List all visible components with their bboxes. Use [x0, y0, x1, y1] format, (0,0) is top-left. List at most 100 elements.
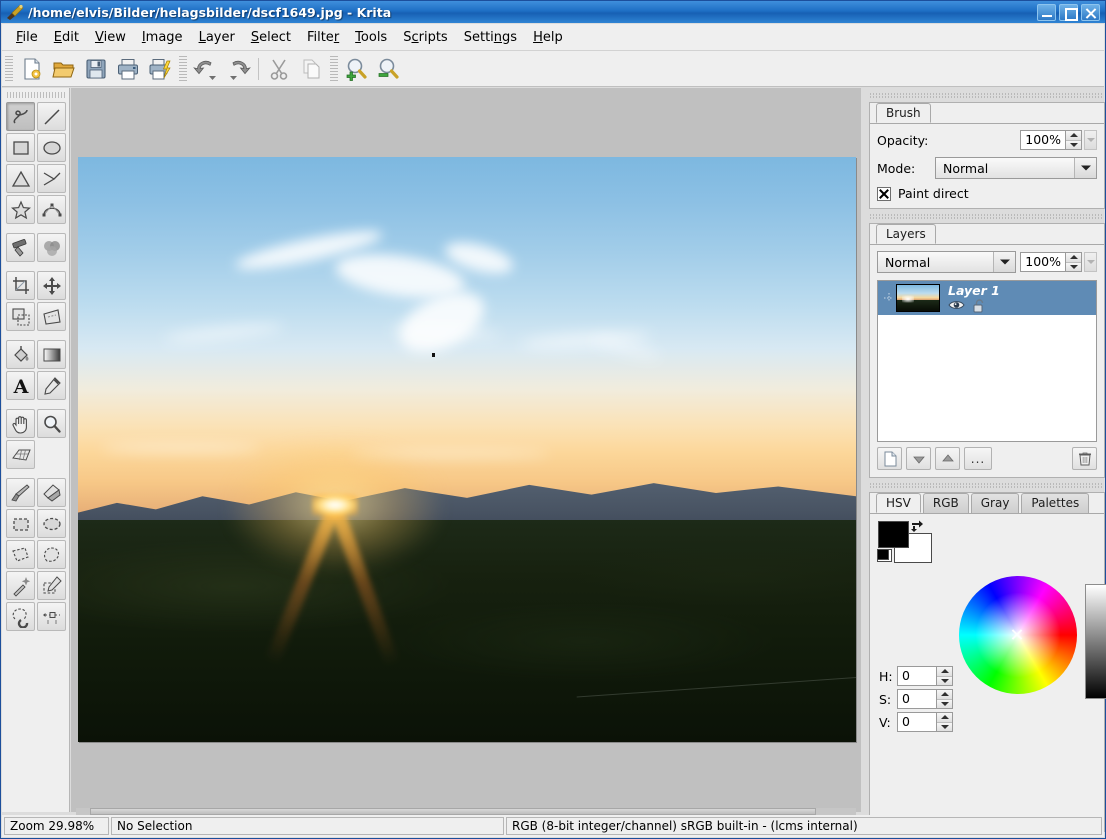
- tool-select-polygonal[interactable]: [6, 540, 35, 569]
- reset-colors-icon[interactable]: [877, 549, 892, 562]
- tool-crop[interactable]: [6, 271, 35, 300]
- chevron-down-icon[interactable]: [993, 252, 1015, 272]
- swap-colors-icon[interactable]: [910, 518, 924, 532]
- tool-smudge-blur[interactable]: [37, 233, 66, 262]
- toolbar-grip-2[interactable]: [179, 55, 187, 82]
- color-dock-handle[interactable]: [870, 481, 1104, 490]
- hue-decrement-button[interactable]: [937, 676, 952, 685]
- hue-spinner[interactable]: 0: [897, 666, 953, 686]
- hue-increment-button[interactable]: [937, 667, 952, 677]
- tab-brush[interactable]: Brush: [876, 103, 931, 123]
- close-button[interactable]: [1081, 3, 1100, 21]
- print-button[interactable]: [113, 54, 143, 84]
- opacity-decrement-button[interactable]: [1066, 140, 1081, 149]
- tool-select-similar-color[interactable]: [37, 571, 66, 600]
- menu-edit[interactable]: Edit: [46, 27, 87, 48]
- copy-button[interactable]: [296, 54, 326, 84]
- opacity-increment-button[interactable]: [1066, 131, 1081, 141]
- paint-direct-checkbox[interactable]: [877, 186, 891, 201]
- saturation-increment-button[interactable]: [937, 690, 952, 700]
- tool-move[interactable]: [37, 271, 66, 300]
- tool-perspective-grid[interactable]: [6, 440, 35, 469]
- menu-image[interactable]: Image: [134, 27, 191, 48]
- value-increment-button[interactable]: [937, 713, 952, 723]
- scrollbar-thumb[interactable]: [90, 808, 816, 815]
- menu-settings[interactable]: Settings: [456, 27, 525, 48]
- tool-polyline[interactable]: [37, 164, 66, 193]
- layer-blend-mode-combo[interactable]: Normal: [877, 251, 1016, 273]
- value-spinner[interactable]: 0: [897, 712, 953, 732]
- menu-select[interactable]: Select: [243, 27, 299, 48]
- save-button[interactable]: [81, 54, 111, 84]
- redo-button[interactable]: [223, 54, 253, 84]
- tool-bezier-curve[interactable]: [37, 195, 66, 224]
- tool-duplicate-clone[interactable]: [6, 233, 35, 262]
- tool-ellipse[interactable]: [37, 133, 66, 162]
- brush-dock-handle[interactable]: [870, 91, 1104, 100]
- tool-paintbrush[interactable]: [6, 478, 35, 507]
- chevron-down-icon[interactable]: [1074, 158, 1096, 178]
- layer-expander-icon[interactable]: [882, 291, 896, 305]
- tool-line[interactable]: [37, 102, 66, 131]
- menu-scripts[interactable]: Scripts: [395, 27, 456, 48]
- tool-select-magnetic[interactable]: [6, 602, 35, 631]
- zoom-out-button[interactable]: [374, 54, 404, 84]
- menu-tools[interactable]: Tools: [347, 27, 395, 48]
- menu-help[interactable]: Help: [525, 27, 571, 48]
- value-input[interactable]: 0: [898, 713, 936, 731]
- move-layer-up-button[interactable]: [935, 447, 960, 470]
- menu-filter[interactable]: Filter: [299, 27, 347, 48]
- move-layer-down-button[interactable]: [906, 447, 931, 470]
- tab-rgb[interactable]: RGB: [922, 493, 969, 513]
- cut-button[interactable]: [264, 54, 294, 84]
- foreground-color-swatch[interactable]: [878, 521, 909, 548]
- dock-splitter[interactable]: [861, 88, 869, 812]
- saturation-spinner[interactable]: 0: [897, 689, 953, 709]
- table-row[interactable]: Layer 1: [878, 281, 1096, 315]
- tool-rectangle[interactable]: [6, 133, 35, 162]
- tab-hsv[interactable]: HSV: [876, 493, 921, 513]
- maximize-button[interactable]: [1059, 3, 1078, 21]
- menu-file[interactable]: File: [8, 27, 46, 48]
- tool-pan[interactable]: [6, 409, 35, 438]
- tool-select-elliptical[interactable]: [37, 509, 66, 538]
- canvas-horizontal-scrollbar[interactable]: [76, 808, 856, 815]
- tool-freehand-brush[interactable]: [6, 102, 35, 131]
- tool-select-path[interactable]: [37, 602, 66, 631]
- layer-opacity-value[interactable]: 100%: [1021, 253, 1065, 271]
- tool-transform[interactable]: [6, 302, 35, 331]
- brush-mode-combo[interactable]: Normal: [935, 157, 1097, 179]
- layer-opacity-spinner[interactable]: 100%: [1020, 252, 1082, 272]
- saturation-input[interactable]: 0: [898, 690, 936, 708]
- new-document-button[interactable]: [17, 54, 47, 84]
- layer-list[interactable]: Layer 1: [877, 280, 1097, 442]
- zoom-in-button[interactable]: [342, 54, 372, 84]
- tab-palettes[interactable]: Palettes: [1021, 493, 1090, 513]
- layer-properties-button[interactable]: ...: [964, 447, 992, 470]
- tool-star[interactable]: [6, 195, 35, 224]
- tool-perspective-transform[interactable]: [37, 302, 66, 331]
- layers-dock-handle[interactable]: [870, 212, 1104, 221]
- layer-opacity-increment-button[interactable]: [1066, 253, 1081, 263]
- value-decrement-button[interactable]: [937, 722, 952, 731]
- value-slider[interactable]: [1085, 584, 1106, 699]
- tool-zoom[interactable]: [37, 409, 66, 438]
- toolbox-grip[interactable]: [7, 92, 67, 98]
- eye-visibility-icon[interactable]: [948, 299, 965, 313]
- tool-eraser[interactable]: [37, 478, 66, 507]
- new-layer-button[interactable]: [877, 447, 902, 470]
- canvas-area[interactable]: [71, 88, 861, 812]
- print-preview-button[interactable]: [145, 54, 175, 84]
- menu-layer[interactable]: Layer: [191, 27, 243, 48]
- tab-gray[interactable]: Gray: [970, 493, 1020, 513]
- tool-color-picker[interactable]: [37, 371, 66, 400]
- tool-text[interactable]: A: [6, 371, 35, 400]
- hue-input[interactable]: 0: [898, 667, 936, 685]
- toolbar-grip-3[interactable]: [330, 55, 338, 82]
- saturation-decrement-button[interactable]: [937, 699, 952, 708]
- padlock-unlocked-icon[interactable]: [973, 298, 986, 313]
- tab-layers[interactable]: Layers: [876, 224, 936, 244]
- brush-opacity-value[interactable]: 100%: [1021, 131, 1065, 149]
- delete-layer-button[interactable]: [1072, 447, 1097, 470]
- brush-opacity-spinner[interactable]: 100%: [1020, 130, 1082, 150]
